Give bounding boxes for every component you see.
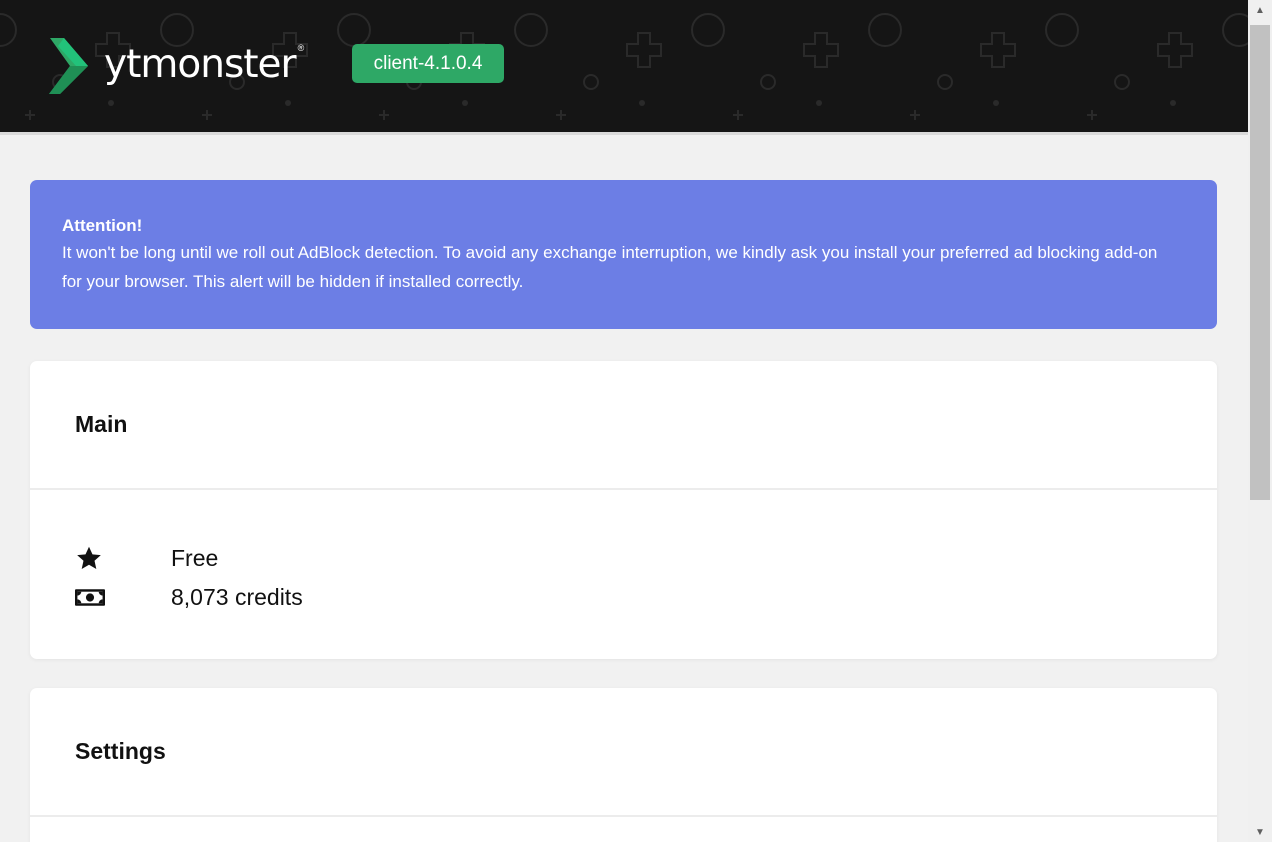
star-icon [75,543,105,573]
scroll-up-arrow-icon[interactable]: ▲ [1248,0,1272,20]
version-badge: client-4.1.0.4 [352,44,504,83]
scroll-down-arrow-icon[interactable]: ▼ [1248,822,1272,842]
credits-row: 8,073 credits [75,582,303,612]
settings-card: Settings [30,688,1217,842]
scrollbar-thumb[interactable] [1250,25,1270,500]
alert-message: It won't be long until we roll out AdBlo… [62,238,1185,296]
page: ytmonster ® client-4.1.0.4 Attention! It… [0,0,1248,842]
registered-mark: ® [297,43,305,53]
membership-value: Free [171,544,219,571]
membership-row: Free [75,543,218,573]
header-banner: ytmonster ® client-4.1.0.4 [0,0,1248,132]
vertical-scrollbar[interactable]: ▲ ▼ [1248,0,1272,842]
ytmonster-logo[interactable]: ytmonster ® [48,36,304,96]
settings-card-header: Settings [30,688,1217,817]
settings-card-title: Settings [75,738,166,764]
alert-message-line: It won't be long until we roll out AdBlo… [62,243,1158,262]
money-bill-icon [75,582,105,612]
main-card-header: Main [30,361,1217,490]
logo-mark-icon [49,38,88,94]
adblock-alert: Attention! It won't be long until we rol… [30,180,1217,329]
credits-value: 8,073 credits [171,583,303,610]
header-divider [0,132,1248,135]
alert-message-line: for your browser. This alert will be hid… [62,272,524,291]
logo-wordmark: ytmonster [104,41,297,87]
alert-title: Attention! [62,216,143,235]
main-card: Main Free 8,073 credits [30,361,1217,659]
main-card-title: Main [75,411,128,437]
